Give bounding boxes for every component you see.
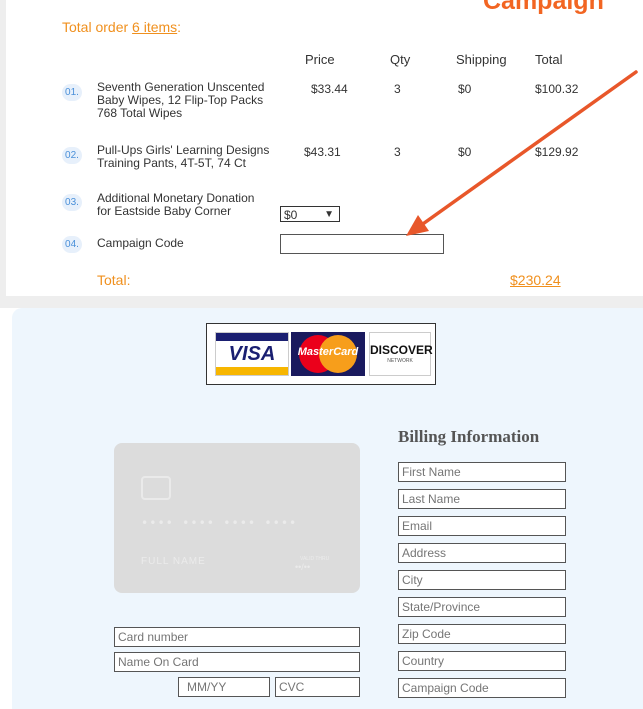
item-qty: 3 bbox=[394, 82, 401, 96]
country-input[interactable] bbox=[398, 651, 566, 671]
item-description: Pull-Ups Girls' Learning Designs Trainin… bbox=[97, 144, 277, 170]
card-preview-number: •••• •••• •••• •••• bbox=[141, 516, 298, 530]
item-number-badge: 03. bbox=[62, 194, 82, 211]
last-name-input[interactable] bbox=[398, 489, 566, 509]
items-count-link[interactable]: 6 items bbox=[132, 19, 177, 35]
campaign-code-input[interactable] bbox=[280, 234, 444, 254]
item-description: Additional Monetary Donation for Eastsid… bbox=[97, 192, 277, 218]
total-order-prefix: Total order bbox=[62, 19, 129, 35]
zip-code-input[interactable] bbox=[398, 624, 566, 644]
item-desc-line: 768 Total Wipes bbox=[97, 106, 183, 120]
email-input[interactable] bbox=[398, 516, 566, 536]
item-shipping: $0 bbox=[458, 145, 472, 159]
discover-logo-text: DISCOVER bbox=[370, 343, 433, 357]
item-total: $129.92 bbox=[535, 145, 579, 159]
card-preview-name: FULL NAME bbox=[141, 556, 206, 567]
item-qty: 3 bbox=[394, 145, 401, 159]
order-left-shadow bbox=[0, 0, 6, 296]
order-summary: Total order 6 items: Price Qty Shipping … bbox=[0, 0, 643, 296]
cvc-input[interactable] bbox=[275, 677, 360, 697]
chevron-down-icon: ▼ bbox=[324, 209, 334, 220]
total-order-heading: Total order 6 items: bbox=[62, 19, 181, 35]
item-desc-line: Training Pants, 4T-5T, 74 Ct bbox=[97, 156, 246, 170]
column-total: Total bbox=[535, 52, 563, 67]
item-number-badge: 02. bbox=[62, 147, 82, 164]
item-price: $33.44 bbox=[311, 82, 348, 96]
campaign-callout-text: Campaign bbox=[483, 0, 604, 15]
donation-select[interactable]: $0 ▼ bbox=[280, 206, 340, 222]
billing-information-title: Billing Information bbox=[398, 427, 540, 446]
item-description: Seventh Generation Unscented Baby Wipes,… bbox=[97, 81, 277, 120]
campaign-code-label: Campaign Code bbox=[97, 236, 184, 250]
accepted-cards: VISA MasterCard DISCOVER NETWORK bbox=[206, 323, 436, 385]
discover-logo: DISCOVER NETWORK bbox=[369, 332, 433, 376]
total-order-colon: : bbox=[177, 19, 182, 35]
first-name-input[interactable] bbox=[398, 462, 566, 482]
item-number-badge: 01. bbox=[62, 84, 82, 101]
card-chip-icon bbox=[141, 476, 171, 500]
item-desc-line: for Eastside Baby Corner bbox=[97, 204, 232, 218]
card-preview: •••• •••• •••• •••• FULL NAME VALID THRU… bbox=[114, 443, 360, 593]
visa-logo-text: VISA bbox=[228, 343, 276, 365]
mastercard-logo: MasterCard bbox=[291, 332, 365, 376]
visa-logo: VISA bbox=[215, 332, 289, 376]
item-shipping: $0 bbox=[458, 82, 472, 96]
column-shipping: Shipping bbox=[456, 52, 507, 67]
donation-select-value: $0 bbox=[284, 208, 298, 222]
address-input[interactable] bbox=[398, 543, 566, 563]
billing-campaign-code-input[interactable] bbox=[398, 678, 566, 698]
column-price: Price bbox=[305, 52, 335, 67]
order-total-value[interactable]: $230.24 bbox=[510, 272, 561, 288]
expiry-input[interactable] bbox=[178, 677, 270, 697]
item-number-badge: 04. bbox=[62, 236, 82, 253]
city-input[interactable] bbox=[398, 570, 566, 590]
name-on-card-input[interactable] bbox=[114, 652, 360, 672]
order-total-label: Total: bbox=[97, 272, 131, 288]
discover-logo-subtext: NETWORK bbox=[387, 358, 413, 364]
column-qty: Qty bbox=[390, 52, 411, 67]
mastercard-logo-text: MasterCard bbox=[297, 346, 359, 358]
card-preview-expiry-value: ••/•• bbox=[295, 562, 311, 572]
card-number-input[interactable] bbox=[114, 627, 360, 647]
item-total: $100.32 bbox=[535, 82, 579, 96]
section-divider bbox=[0, 296, 643, 308]
card-preview-expiry: VALID THRU ••/•• bbox=[282, 556, 329, 572]
state-input[interactable] bbox=[398, 597, 566, 617]
item-price: $43.31 bbox=[304, 145, 341, 159]
